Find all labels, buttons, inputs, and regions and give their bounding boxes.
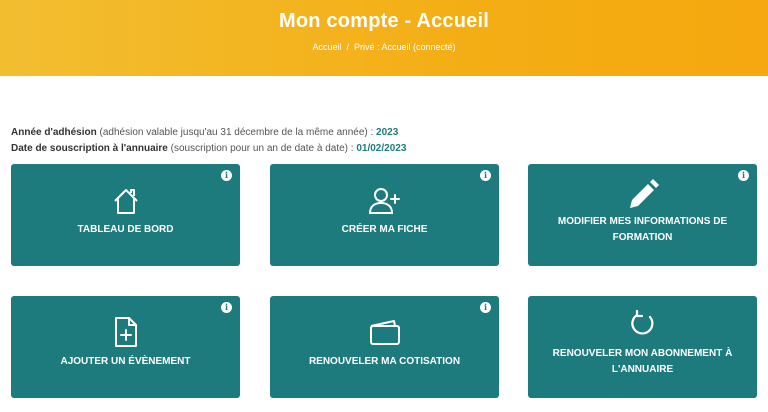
file-plus-icon xyxy=(113,316,139,353)
directory-subscription-line: Date de souscription à l'annuaire (sousc… xyxy=(11,141,406,157)
info-icon[interactable]: i xyxy=(480,302,491,313)
info-icon[interactable]: i xyxy=(738,170,749,181)
user-plus-icon xyxy=(368,186,402,221)
wallet-icon xyxy=(368,318,402,351)
renew-directory-subscription-tile[interactable]: RENOUVELER MON ABONNEMENT À L'ANNUAIRE xyxy=(528,296,757,398)
info-icon[interactable]: i xyxy=(221,170,232,181)
breadcrumb: Accueil / Privé : Accueil (connecté) xyxy=(0,42,768,52)
membership-year-value: 2023 xyxy=(376,127,399,138)
renew-membership-tile[interactable]: i RENOUVELER MA COTISATION xyxy=(270,296,499,398)
breadcrumb-home-link[interactable]: Accueil xyxy=(312,42,341,52)
membership-year-note: (adhésion valable jusqu'au 31 décembre d… xyxy=(99,127,374,138)
refresh-icon xyxy=(629,309,657,342)
renew-membership-tile-label: RENOUVELER MA COTISATION xyxy=(308,356,461,367)
page-title: Mon compte - Accueil xyxy=(279,10,489,32)
membership-info: Année d'adhésion (adhésion valable jusqu… xyxy=(11,125,406,157)
info-icon[interactable]: i xyxy=(480,170,491,181)
breadcrumb-separator: / xyxy=(346,42,349,52)
directory-subscription-label: Date de souscription à l'annuaire xyxy=(11,143,168,154)
membership-year-line: Année d'adhésion (adhésion valable jusqu… xyxy=(11,125,406,141)
directory-subscription-value: 01/02/2023 xyxy=(356,143,407,154)
directory-subscription-note: (souscription pour un an de date à date)… xyxy=(170,143,354,154)
dashboard-tile[interactable]: i TABLEAU DE BORD xyxy=(11,164,240,266)
edit-training-info-tile[interactable]: i MODIFIER MES INFORMATIONS DE FORMATION xyxy=(528,164,757,266)
edit-training-info-tile-label: MODIFIER MES INFORMATIONS DE FORMATION xyxy=(557,216,728,243)
page-header: Mon compte - Accueil Accueil / Privé : Acc… xyxy=(0,0,768,76)
membership-year-label: Année d'adhésion xyxy=(11,127,97,138)
renew-directory-subscription-tile-label: RENOUVELER MON ABONNEMENT À L'ANNUAIRE xyxy=(552,348,733,375)
info-icon[interactable]: i xyxy=(221,302,232,313)
pencil-icon xyxy=(626,176,660,215)
add-event-tile[interactable]: i AJOUTER UN ÉVÈNEMENT xyxy=(11,296,240,398)
breadcrumb-current: Privé : Accueil (connecté) xyxy=(353,42,456,52)
add-event-tile-label: AJOUTER UN ÉVÈNEMENT xyxy=(60,356,191,367)
create-profile-tile-label: CRÉER MA FICHE xyxy=(341,224,428,235)
create-profile-tile[interactable]: i CRÉER MA FICHE xyxy=(270,164,499,266)
dashboard-tile-label: TABLEAU DE BORD xyxy=(77,224,174,235)
home-icon xyxy=(111,186,141,221)
